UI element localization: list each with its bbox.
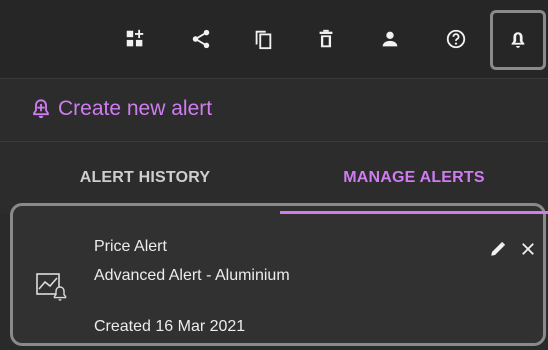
- toolbar: [0, 0, 548, 79]
- delete-button[interactable]: [308, 21, 344, 57]
- add-widget-icon: [126, 29, 144, 47]
- create-new-alert-link[interactable]: Create new alert: [30, 97, 212, 121]
- alert-card[interactable]: Price Alert Advanced Alert - Aluminium C…: [10, 203, 546, 346]
- copy-icon: [255, 30, 272, 50]
- share-button[interactable]: [183, 21, 219, 57]
- help-icon: [446, 29, 466, 49]
- edit-alert-button[interactable]: [487, 238, 509, 260]
- copy-button[interactable]: [245, 21, 281, 57]
- close-alert-button[interactable]: [517, 238, 539, 260]
- create-new-alert-label: Create new alert: [58, 97, 213, 120]
- user-button[interactable]: [372, 21, 408, 57]
- notifications-button[interactable]: [490, 10, 546, 70]
- help-button[interactable]: [438, 21, 474, 57]
- pencil-icon: [491, 241, 506, 256]
- create-alert-row: Create new alert: [0, 79, 548, 142]
- active-tab-indicator: [280, 211, 548, 214]
- alert-description: Advanced Alert - Aluminium: [94, 267, 290, 284]
- share-icon: [192, 29, 210, 49]
- bell-icon: [511, 32, 525, 48]
- alert-type: Price Alert: [94, 238, 167, 255]
- alert-created-date: Created 16 Mar 2021: [94, 318, 246, 335]
- chart-alert-icon: [36, 273, 67, 301]
- add-alert-bell-icon: [33, 99, 49, 119]
- user-icon: [382, 31, 398, 47]
- add-widget-button[interactable]: [117, 21, 153, 57]
- close-icon: [522, 243, 534, 255]
- delete-icon: [319, 29, 333, 48]
